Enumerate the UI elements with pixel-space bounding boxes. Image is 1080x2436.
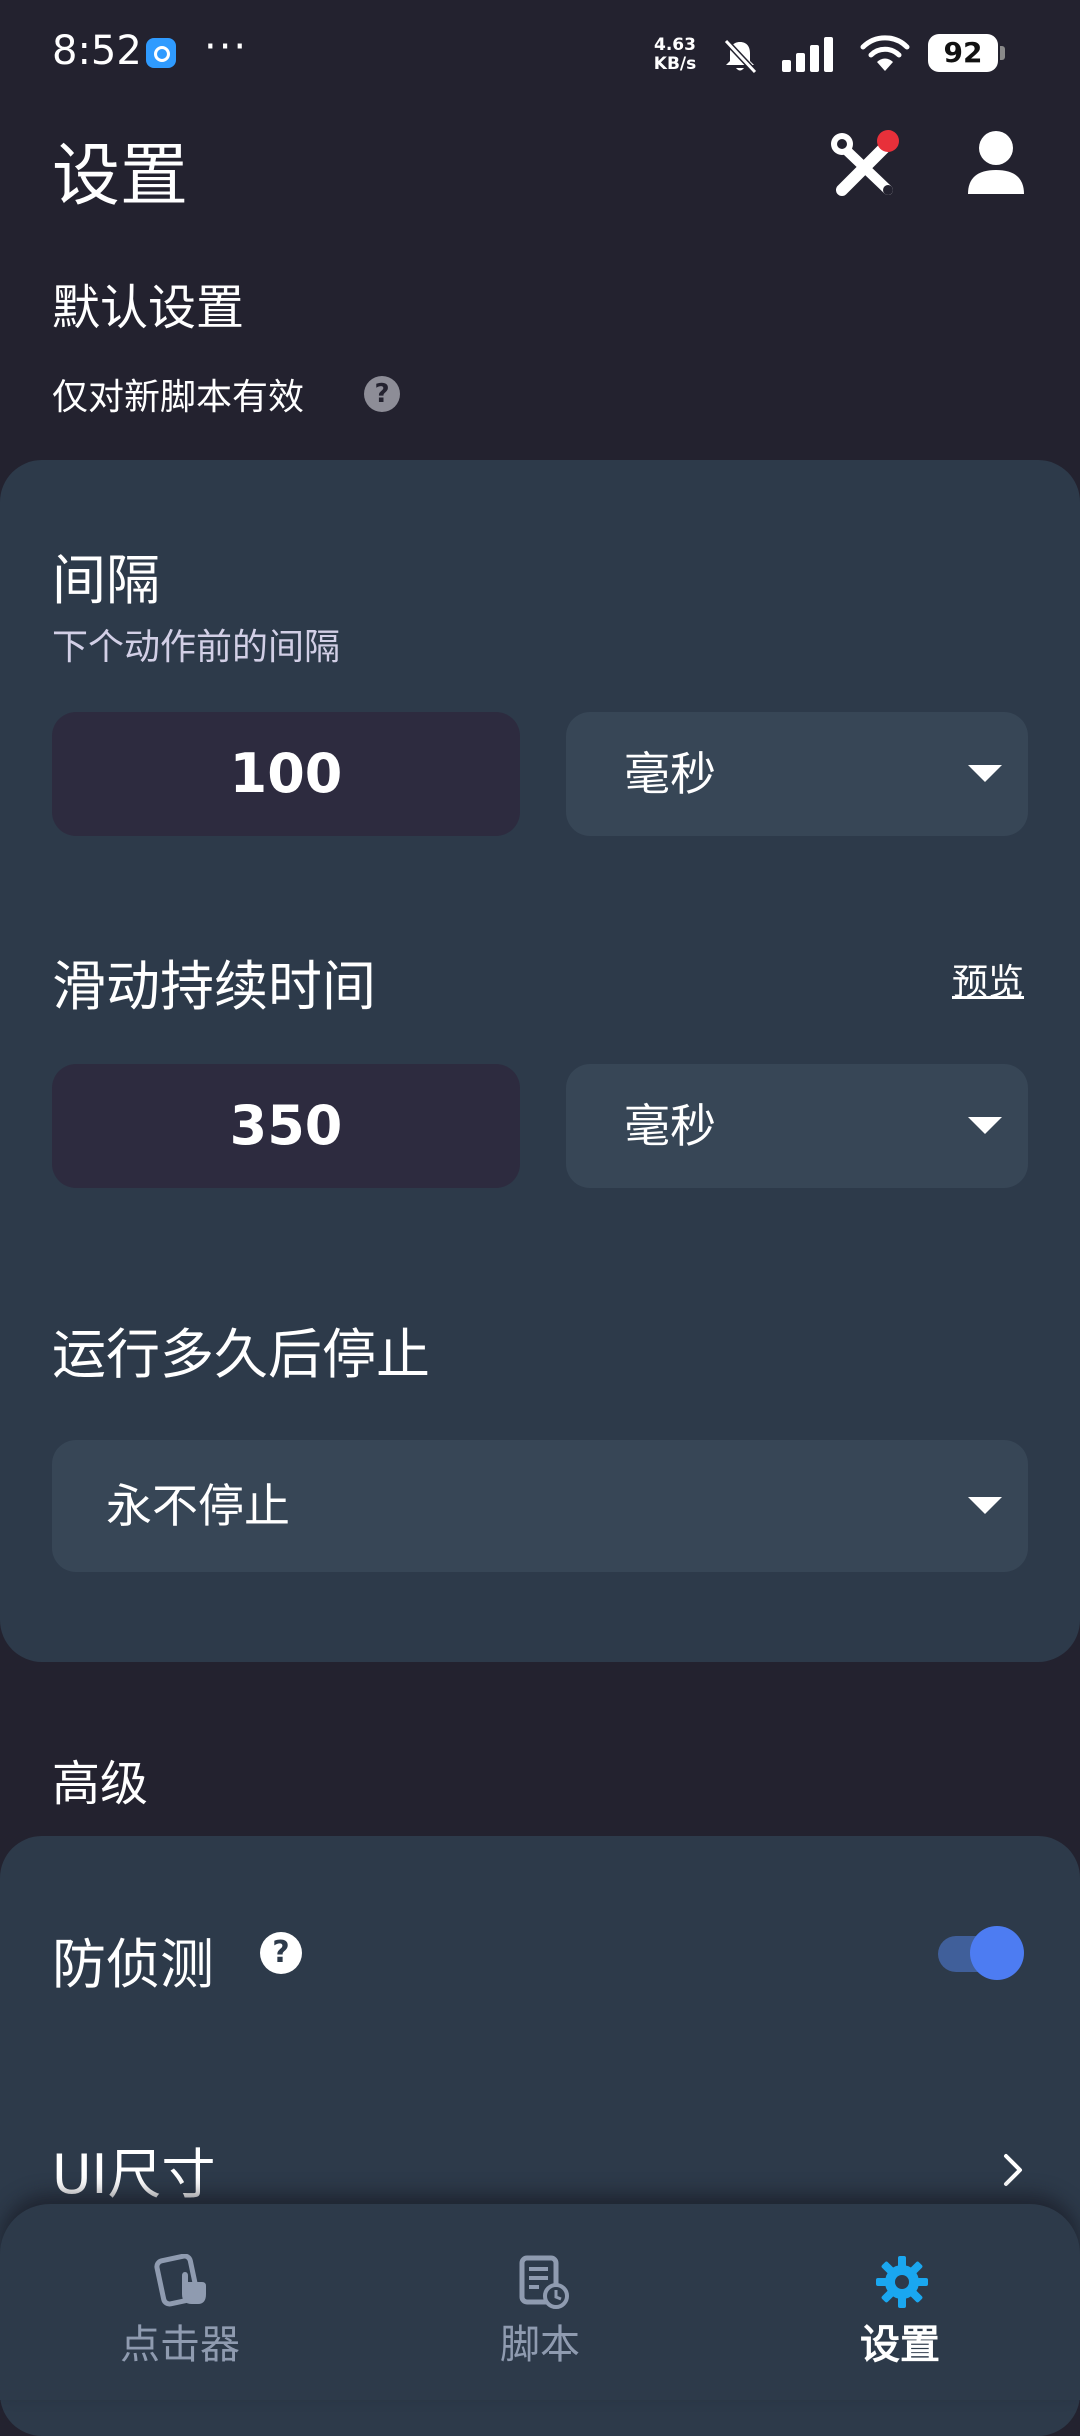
stop-after-value: 永不停止	[106, 1479, 290, 1533]
stop-after-dropdown[interactable]: 永不停止	[52, 1440, 1028, 1572]
nav-item-script[interactable]: 脚本	[420, 2204, 660, 2400]
clicker-icon	[154, 2254, 206, 2307]
anti-detect-help-icon[interactable]: ?	[260, 1932, 302, 1974]
notification-badge	[877, 130, 899, 152]
interval-unit-value: 毫秒	[624, 747, 716, 801]
network-speed: 4.63 KB/s	[648, 36, 702, 74]
bell-off-icon	[723, 38, 758, 75]
status-time: 8:52	[52, 28, 142, 74]
network-speed-value: 4.63	[654, 35, 696, 55]
account-icon[interactable]	[964, 128, 1028, 198]
interval-input[interactable]: 100	[52, 712, 520, 836]
interval-title: 间隔	[52, 549, 160, 612]
more-notifications-icon: ···	[204, 24, 249, 70]
status-bar: 8:52 ··· 4.63 KB/s 92	[0, 0, 1080, 110]
new-scripts-only-note: 仅对新脚本有效	[52, 377, 305, 418]
nav-item-settings[interactable]: 设置	[780, 2204, 1020, 2400]
chevron-right-icon[interactable]	[1000, 2150, 1028, 2190]
script-icon	[519, 2255, 569, 2309]
swipe-duration-input[interactable]: 350	[52, 1064, 520, 1188]
swipe-duration-unit-value: 毫秒	[624, 1099, 716, 1153]
signal-icon	[782, 37, 833, 72]
caret-down-icon	[968, 1497, 1002, 1514]
interval-unit-dropdown[interactable]: 毫秒	[566, 712, 1028, 836]
caret-down-icon	[968, 765, 1002, 782]
nav-label-clicker: 点击器	[120, 2322, 240, 2368]
help-icon[interactable]: ?	[364, 376, 400, 412]
anti-detect-label: 防侦测	[52, 1933, 214, 1996]
nav-label-script: 脚本	[500, 2322, 580, 2368]
wifi-icon	[860, 35, 910, 71]
page-title: 设置	[52, 137, 189, 216]
anti-detect-toggle[interactable]	[938, 1926, 1024, 1980]
ui-size-label[interactable]: UI尺寸	[52, 2130, 215, 2209]
notification-app-icon	[146, 38, 176, 68]
caret-down-icon	[968, 1117, 1002, 1134]
gear-icon	[876, 2256, 928, 2308]
swipe-duration-unit-dropdown[interactable]: 毫秒	[566, 1064, 1028, 1188]
advanced-heading: 高级	[52, 1756, 149, 1812]
stop-after-title: 运行多久后停止	[52, 1323, 430, 1386]
battery-level: 92	[928, 34, 998, 72]
preview-link[interactable]: 预览	[952, 953, 1024, 1005]
nav-item-clicker[interactable]: 点击器	[60, 2204, 300, 2400]
interval-description: 下个动作前的间隔	[52, 627, 341, 668]
bottom-nav: 点击器 脚本 设置	[0, 2204, 1080, 2400]
swipe-duration-title: 滑动持续时间	[52, 955, 376, 1018]
network-speed-unit: KB/s	[653, 54, 697, 74]
toggle-thumb	[970, 1926, 1024, 1980]
battery-tip	[1000, 46, 1005, 60]
nav-label-settings: 设置	[860, 2322, 940, 2368]
default-settings-heading: 默认设置	[52, 280, 245, 336]
